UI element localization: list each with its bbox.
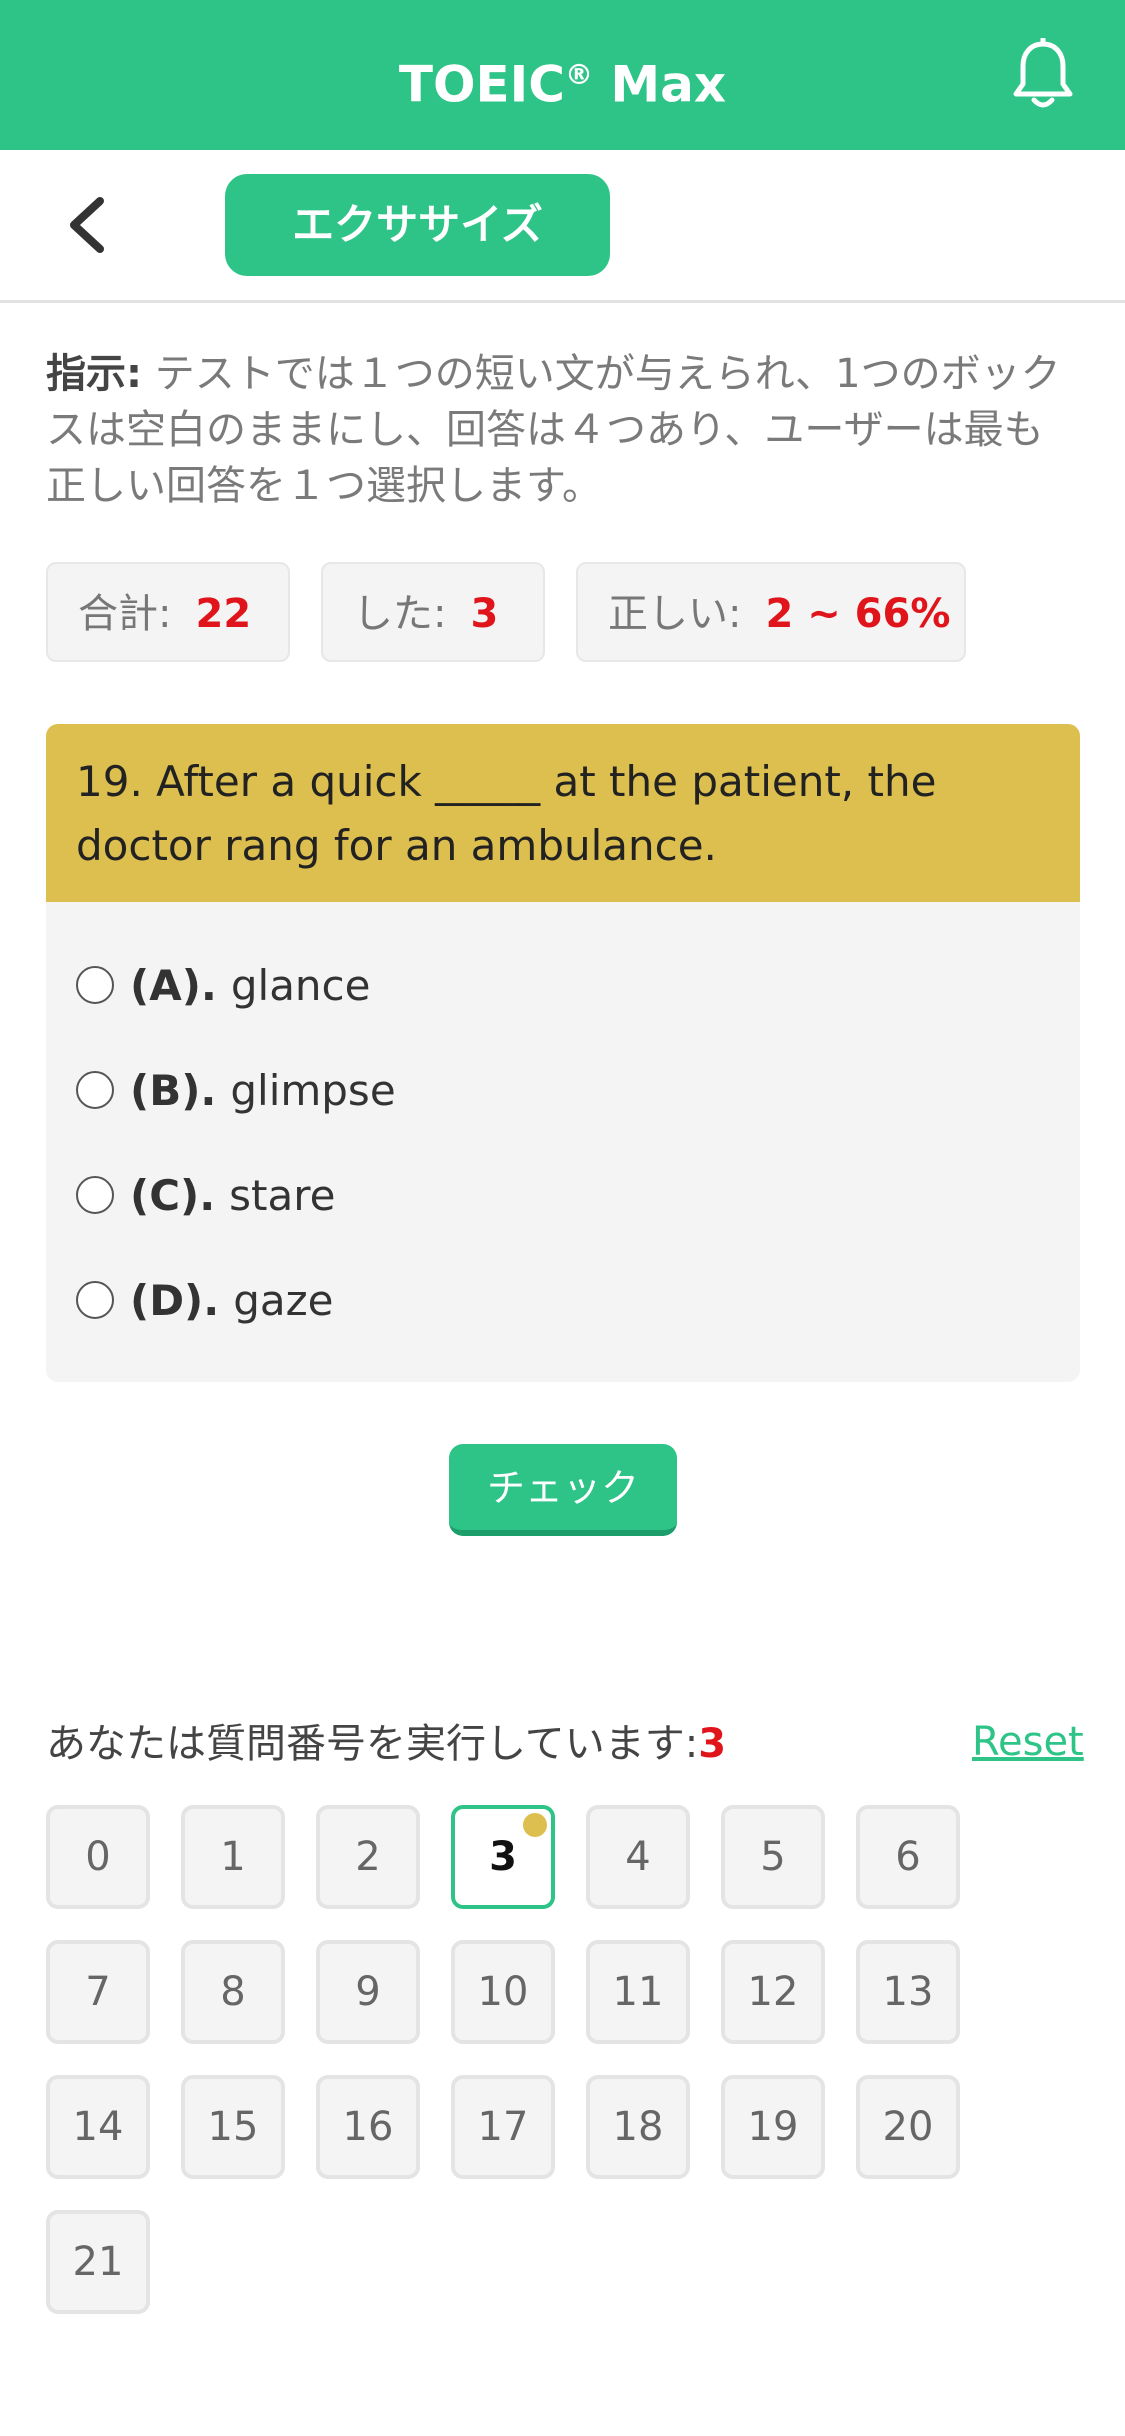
question-number-button[interactable]: 5: [721, 1805, 825, 1909]
radio-button[interactable]: [76, 1070, 114, 1109]
question-number-button[interactable]: 15: [181, 2075, 285, 2179]
option-letter: (B).: [130, 1066, 217, 1115]
question-number-label: 4: [625, 1834, 651, 1880]
option-c[interactable]: (C). stare: [76, 1156, 335, 1236]
registered-mark: ®: [564, 58, 593, 91]
option-text: glimpse: [230, 1066, 396, 1115]
question-number-label: 9: [355, 1969, 381, 2015]
exercise-tab-button[interactable]: エクササイズ: [225, 174, 610, 276]
radio-button[interactable]: [76, 965, 114, 1004]
app-title-suffix: Max: [592, 55, 727, 114]
question-number-label: 19: [747, 2104, 799, 2150]
question-number-label: 20: [882, 2104, 934, 2150]
stat-correct-value: 2 ~ 66%: [765, 591, 951, 637]
question-number-label: 3: [489, 1834, 517, 1880]
question-number-label: 5: [760, 1834, 786, 1880]
question-number-label: 0: [85, 1834, 111, 1880]
question-number-label: 6: [895, 1834, 921, 1880]
question-number-button[interactable]: 19: [721, 2075, 825, 2179]
stat-total-value: 22: [195, 591, 252, 637]
option-a[interactable]: (A). glance: [76, 946, 370, 1026]
question-number-button[interactable]: 11: [586, 1940, 690, 2044]
question-number-button[interactable]: 18: [586, 2075, 690, 2179]
question-number-button[interactable]: 14: [46, 2075, 150, 2179]
question-number-label: 8: [220, 1969, 246, 2015]
question-number-label: 21: [72, 2239, 124, 2285]
running-label: あなたは質問番号を実行しています:: [46, 1721, 699, 1767]
stat-total: 合計: 22: [46, 562, 290, 662]
question-number-label: 16: [342, 2104, 394, 2150]
stat-correct: 正しい: 2 ~ 66%: [576, 562, 966, 662]
stat-correct-label: 正しい:: [608, 591, 742, 637]
current-marker-dot: [523, 1813, 547, 1837]
question-number-label: 1: [220, 1834, 246, 1880]
question-number-button[interactable]: 6: [856, 1805, 960, 1909]
question-number-button[interactable]: 2: [316, 1805, 420, 1909]
stat-total-label: 合計:: [78, 591, 172, 637]
question-number-label: 7: [85, 1969, 111, 2015]
question-number-label: 10: [477, 1969, 529, 2015]
question-number-button[interactable]: 1: [181, 1805, 285, 1909]
option-d[interactable]: (D). gaze: [76, 1261, 334, 1341]
bell-icon[interactable]: [1010, 38, 1076, 112]
question-number-button[interactable]: 20: [856, 2075, 960, 2179]
stat-done: した: 3: [321, 562, 545, 662]
question-number-button[interactable]: 4: [586, 1805, 690, 1909]
question-number-label: 18: [612, 2104, 664, 2150]
instructions: 指示: テストでは１つの短い文が与えられ、1つのボックスは空白のままにし、回答は…: [46, 346, 1076, 514]
option-letter: (A).: [130, 961, 217, 1010]
instructions-text: テストでは１つの短い文が与えられ、1つのボックスは空白のままにし、回答は４つあり…: [46, 351, 1061, 509]
check-button[interactable]: チェック: [449, 1444, 677, 1536]
reset-link[interactable]: Reset: [972, 1712, 1084, 1772]
chevron-left-icon[interactable]: [62, 195, 112, 255]
radio-button[interactable]: [76, 1175, 114, 1214]
stat-done-value: 3: [470, 591, 499, 637]
question-text: 19. After a quick _____ at the patient, …: [46, 724, 1080, 902]
option-letter: (C).: [130, 1171, 216, 1220]
option-text: glance: [230, 961, 371, 1010]
question-number-button[interactable]: 13: [856, 1940, 960, 2044]
option-b[interactable]: (B). glimpse: [76, 1051, 396, 1131]
question-number-label: 17: [477, 2104, 529, 2150]
question-number-button[interactable]: 0: [46, 1805, 150, 1909]
question-number-button[interactable]: 7: [46, 1940, 150, 2044]
instructions-label: 指示:: [46, 351, 142, 397]
question-number-button[interactable]: 12: [721, 1940, 825, 2044]
radio-button[interactable]: [76, 1280, 114, 1319]
app-title: TOEIC® Max: [0, 0, 1125, 150]
question-number-button[interactable]: 10: [451, 1940, 555, 2044]
question-number-label: 15: [207, 2104, 259, 2150]
question-number-label: 12: [747, 1969, 799, 2015]
stat-done-label: した:: [353, 591, 447, 637]
question-number-button[interactable]: 16: [316, 2075, 420, 2179]
question-number-label: 11: [612, 1969, 664, 2015]
app-title-text: TOEIC: [398, 55, 565, 114]
question-number-button[interactable]: 3: [451, 1805, 555, 1909]
option-text: gaze: [233, 1276, 334, 1325]
current-question-number: 3: [698, 1721, 727, 1767]
question-number-button[interactable]: 8: [181, 1940, 285, 2044]
question-number-button[interactable]: 9: [316, 1940, 420, 2044]
question-number-label: 13: [882, 1969, 934, 2015]
question-number-button[interactable]: 17: [451, 2075, 555, 2179]
current-question-indicator: あなたは質問番号を実行しています:3: [46, 1714, 726, 1774]
question-number-button[interactable]: 21: [46, 2210, 150, 2314]
question-number-label: 2: [355, 1834, 381, 1880]
option-text: stare: [229, 1171, 336, 1220]
option-letter: (D).: [130, 1276, 220, 1325]
question-number-label: 14: [72, 2104, 124, 2150]
